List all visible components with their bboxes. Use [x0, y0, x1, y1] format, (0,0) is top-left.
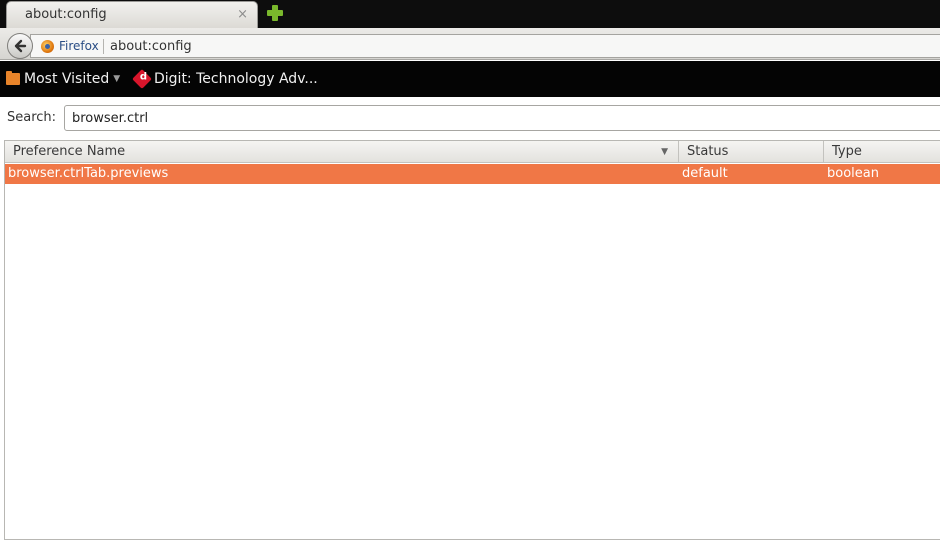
cell-preference-name: browser.ctrlTab.previews: [8, 166, 169, 181]
about-config-page: Search: Preference Name ▼ Status Type br…: [0, 97, 940, 540]
url-bar[interactable]: Firefox about:config: [30, 34, 940, 58]
navigation-bar: Firefox about:config: [0, 28, 940, 60]
sort-arrow-icon: ▼: [661, 147, 668, 157]
back-arrow-icon: [14, 39, 27, 53]
column-header-type[interactable]: Type: [824, 141, 940, 163]
bookmark-digit[interactable]: d Digit: Technology Adv...: [132, 61, 318, 97]
preferences-table[interactable]: Preference Name ▼ Status Type browser.ct…: [4, 140, 940, 540]
bookmarks-toolbar: Most Visited ▼ d Digit: Technology Adv..…: [0, 61, 940, 97]
search-input[interactable]: [64, 105, 940, 131]
url-text[interactable]: about:config: [110, 39, 192, 54]
dropdown-arrow-icon: ▼: [113, 74, 121, 84]
folder-icon: [6, 71, 20, 85]
identity-label[interactable]: Firefox: [59, 39, 99, 53]
bookmark-label: Most Visited: [24, 71, 110, 87]
tab-close-icon[interactable]: ×: [237, 7, 248, 22]
table-row[interactable]: browser.ctrlTab.previews default boolean: [5, 164, 940, 184]
tab-title: about:config: [25, 7, 107, 22]
url-separator: [103, 39, 104, 54]
cell-status: default: [682, 166, 728, 181]
column-header-preference-name[interactable]: Preference Name ▼: [5, 141, 679, 163]
bookmark-most-visited[interactable]: Most Visited ▼: [6, 61, 120, 97]
back-button[interactable]: [7, 33, 33, 59]
new-tab-plus-icon[interactable]: [266, 4, 284, 22]
firefox-identity-icon[interactable]: [41, 40, 54, 53]
digit-favicon-icon: d: [132, 69, 152, 89]
bookmark-label: Digit: Technology Adv...: [154, 71, 318, 87]
tab-strip: about:config ×: [0, 0, 940, 28]
search-label: Search:: [7, 110, 57, 125]
cell-type: boolean: [827, 166, 879, 181]
table-header: Preference Name ▼ Status Type: [5, 141, 940, 163]
tab-about-config[interactable]: about:config ×: [6, 1, 258, 28]
column-header-status[interactable]: Status: [679, 141, 824, 163]
